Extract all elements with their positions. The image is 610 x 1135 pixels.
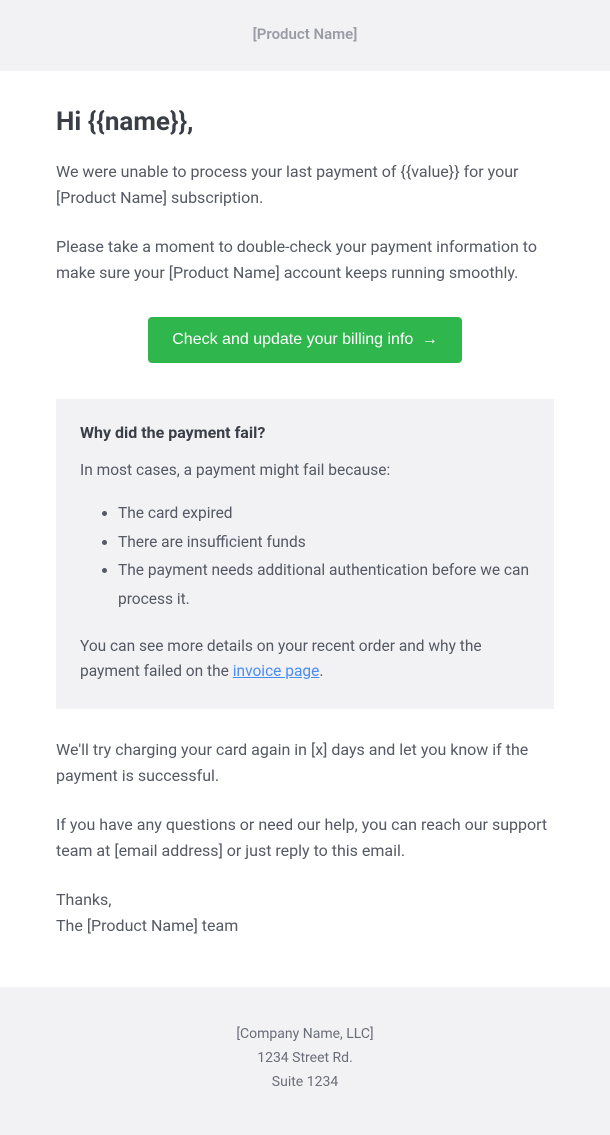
failure-reasons-list: The card expired There are insufficient … bbox=[80, 499, 530, 614]
footer-company: [Company Name, LLC] bbox=[0, 1023, 610, 1047]
invoice-page-link[interactable]: invoice page bbox=[233, 662, 320, 680]
signoff: Thanks, The [Product Name] team bbox=[56, 887, 554, 940]
signoff-thanks: Thanks, bbox=[56, 890, 111, 909]
email-footer: [Company Name, LLC] 1234 Street Rd. Suit… bbox=[0, 987, 610, 1134]
footer-suite: Suite 1234 bbox=[0, 1071, 610, 1095]
payment-fail-info-box: Why did the payment fail? In most cases,… bbox=[56, 399, 554, 709]
info-box-outro: You can see more details on your recent … bbox=[80, 634, 530, 685]
arrow-right-icon: → bbox=[422, 331, 438, 348]
cta-container: Check and update your billing info → bbox=[56, 317, 554, 363]
intro-paragraph-2: Please take a moment to double-check you… bbox=[56, 234, 554, 287]
support-paragraph: If you have any questions or need our he… bbox=[56, 812, 554, 865]
product-name-header: [Product Name] bbox=[253, 25, 358, 43]
email-header: [Product Name] bbox=[0, 0, 610, 71]
info-box-intro: In most cases, a payment might fail beca… bbox=[80, 458, 530, 484]
update-billing-button[interactable]: Check and update your billing info → bbox=[148, 317, 462, 363]
greeting: Hi {{name}}, bbox=[56, 107, 554, 137]
outro-text-after: . bbox=[319, 662, 323, 680]
intro-paragraph-1: We were unable to process your last paym… bbox=[56, 159, 554, 212]
list-item: The card expired bbox=[118, 499, 530, 528]
retry-paragraph: We'll try charging your card again in [x… bbox=[56, 737, 554, 790]
info-box-title: Why did the payment fail? bbox=[80, 423, 530, 442]
signoff-team: The [Product Name] team bbox=[56, 916, 238, 935]
list-item: There are insufficient funds bbox=[118, 528, 530, 557]
footer-street: 1234 Street Rd. bbox=[0, 1047, 610, 1071]
email-body: Hi {{name}}, We were unable to process y… bbox=[0, 71, 610, 987]
list-item: The payment needs additional authenticat… bbox=[118, 556, 530, 613]
cta-label: Check and update your billing info bbox=[172, 331, 413, 348]
